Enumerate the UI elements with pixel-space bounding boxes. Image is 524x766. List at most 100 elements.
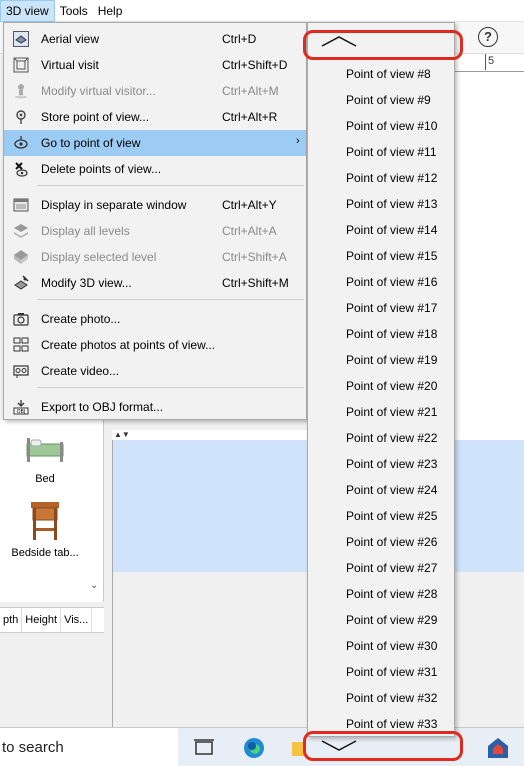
menu-separator <box>37 387 304 388</box>
menu-item-modify-virtual-visitor[interactable]: Modify virtual visitor... Ctrl+Alt+M <box>4 78 306 104</box>
submenu-item-point-of-view[interactable]: Point of view #9 <box>346 93 431 107</box>
submenu-item-point-of-view[interactable]: Point of view #10 <box>346 119 437 133</box>
furniture-table-header: pth Height Vis... <box>0 607 104 633</box>
plan-area[interactable] <box>455 72 524 432</box>
catalog-item-bedside-table[interactable]: Bedside tab... <box>0 498 90 559</box>
menu-item-go-to-point-of-view[interactable]: Go to point of view › <box>4 130 306 156</box>
submenu-item-point-of-view[interactable]: Point of view #17 <box>346 301 437 315</box>
submenu-item-point-of-view[interactable]: Point of view #19 <box>346 353 437 367</box>
menu-item-shortcut: Ctrl+Alt+Y <box>222 198 277 212</box>
menu-item-display-separate-window[interactable]: Display in separate window Ctrl+Alt+Y <box>4 192 306 218</box>
submenu-item-point-of-view[interactable]: Point of view #27 <box>346 561 437 575</box>
3d-view-menu: Aerial view Ctrl+D Virtual visit Ctrl+Sh… <box>3 22 307 420</box>
ruler-tick <box>485 54 486 70</box>
submenu-item-point-of-view[interactable]: Point of view #16 <box>346 275 437 289</box>
menu-help[interactable]: Help <box>93 0 128 22</box>
edge-browser-icon[interactable] <box>242 736 266 760</box>
menu-item-label: Create photos at points of view... <box>41 338 216 352</box>
furniture-catalog: Bed Bedside tab... ⌄ <box>0 420 104 602</box>
submenu-item-point-of-view[interactable]: Point of view #32 <box>346 691 437 705</box>
highlight-scroll-down <box>303 731 463 761</box>
submenu-item-point-of-view[interactable]: Point of view #15 <box>346 249 437 263</box>
help-button[interactable]: ? <box>478 27 498 47</box>
aerial-view-icon <box>13 31 29 47</box>
catalog-item-label: Bedside tab... <box>11 547 79 559</box>
menu-item-label: Delete points of view... <box>41 162 162 176</box>
menu-bar: 3D view Tools Help <box>0 0 524 22</box>
submenu-item-point-of-view[interactable]: Point of view #25 <box>346 509 437 523</box>
submenu-item-point-of-view[interactable]: Point of view #14 <box>346 223 437 237</box>
ruler-mark: 5 <box>488 55 495 67</box>
chevron-down-icon[interactable]: ⌄ <box>90 580 98 591</box>
menu-item-shortcut: Ctrl+Shift+M <box>222 276 289 290</box>
submenu-item-point-of-view[interactable]: Point of view #21 <box>346 405 437 419</box>
submenu-item-point-of-view[interactable]: Point of view #23 <box>346 457 437 471</box>
separate-window-icon <box>13 198 29 212</box>
bedside-table-icon <box>31 502 59 540</box>
menu-item-aerial-view[interactable]: Aerial view Ctrl+D <box>4 26 306 52</box>
menu-item-label: Display all levels <box>41 224 130 238</box>
photo-icon <box>13 313 29 326</box>
menu-item-shortcut: Ctrl+Alt+R <box>222 110 278 124</box>
submenu-item-point-of-view[interactable]: Point of view #20 <box>346 379 437 393</box>
menu-item-export-obj[interactable]: OBJ Export to OBJ format... <box>4 394 306 420</box>
menu-item-shortcut: Ctrl+Alt+A <box>222 224 277 238</box>
submenu-item-point-of-view[interactable]: Point of view #13 <box>346 197 437 211</box>
menu-item-delete-points-of-view[interactable]: Delete points of view... <box>4 156 306 182</box>
submenu-item-point-of-view[interactable]: Point of view #22 <box>346 431 437 445</box>
video-icon <box>13 365 29 378</box>
delete-pov-icon <box>15 162 28 177</box>
column-header-visible[interactable]: Vis... <box>61 608 93 632</box>
menu-item-modify-3d-view[interactable]: Modify 3D view... Ctrl+Shift+M <box>4 270 306 296</box>
menu-item-label: Go to point of view <box>41 136 141 150</box>
menu-item-shortcut: Ctrl+Alt+M <box>222 84 279 98</box>
taskbar-search[interactable]: to search <box>0 728 178 766</box>
menu-item-shortcut: Ctrl+Shift+A <box>222 250 287 264</box>
menu-item-display-all-levels[interactable]: Display all levels Ctrl+Alt+A <box>4 218 306 244</box>
submenu-item-point-of-view[interactable]: Point of view #31 <box>346 665 437 679</box>
point-of-view-submenu: Point of view #8 Point of view #9 Point of… <box>307 22 455 751</box>
task-view-icon[interactable] <box>192 736 216 760</box>
submenu-item-point-of-view[interactable]: Point of view #12 <box>346 171 437 185</box>
menu-item-display-selected-level[interactable]: Display selected level Ctrl+Shift+A <box>4 244 306 270</box>
modify-3d-icon <box>14 275 29 290</box>
menu-item-shortcut: Ctrl+Shift+D <box>222 58 288 72</box>
menu-item-label: Modify virtual visitor... <box>41 84 156 98</box>
export-obj-icon: OBJ <box>13 400 29 415</box>
menu-separator <box>37 299 304 300</box>
menu-item-label: Modify 3D view... <box>41 276 132 290</box>
menu-3d-view[interactable]: 3D view <box>0 0 55 22</box>
chevron-right-icon: › <box>296 135 300 147</box>
goto-pov-icon <box>14 136 28 149</box>
submenu-item-point-of-view[interactable]: Point of view #8 <box>346 67 431 81</box>
sweet-home-3d-icon[interactable] <box>486 736 510 760</box>
submenu-item-point-of-view[interactable]: Point of view #33 <box>346 717 437 731</box>
menu-item-label: Export to OBJ format... <box>41 400 164 414</box>
submenu-item-point-of-view[interactable]: Point of view #11 <box>346 145 437 159</box>
bed-icon <box>26 438 64 462</box>
catalog-item-label: Bed <box>35 473 55 485</box>
submenu-item-point-of-view[interactable]: Point of view #28 <box>346 587 437 601</box>
store-pov-icon <box>16 110 26 124</box>
menu-item-create-photo[interactable]: Create photo... <box>4 306 306 332</box>
menu-item-shortcut: Ctrl+D <box>222 32 257 46</box>
column-header-depth[interactable]: pth <box>0 608 23 632</box>
menu-item-label: Virtual visit <box>41 58 99 72</box>
menu-item-label: Store point of view... <box>41 110 150 124</box>
menu-tools[interactable]: Tools <box>55 0 93 22</box>
highlight-scroll-up <box>303 30 463 60</box>
menu-item-create-photos-at-povs[interactable]: Create photos at points of view... <box>4 332 306 358</box>
menu-item-store-point-of-view[interactable]: Store point of view... Ctrl+Alt+R <box>4 104 306 130</box>
submenu-item-point-of-view[interactable]: Point of view #18 <box>346 327 437 341</box>
ruler: 5 <box>455 54 524 72</box>
submenu-item-point-of-view[interactable]: Point of view #30 <box>346 639 437 653</box>
menu-item-virtual-visit[interactable]: Virtual visit Ctrl+Shift+D <box>4 52 306 78</box>
column-header-height[interactable]: Height <box>22 608 62 632</box>
submenu-item-point-of-view[interactable]: Point of view #26 <box>346 535 437 549</box>
menu-item-label: Create photo... <box>41 312 121 326</box>
menu-item-create-video[interactable]: Create video... <box>4 358 306 384</box>
submenu-item-point-of-view[interactable]: Point of view #29 <box>346 613 437 627</box>
submenu-item-point-of-view[interactable]: Point of view #24 <box>346 483 437 497</box>
catalog-item-bed[interactable]: Bed <box>0 428 90 485</box>
split-arrows-icon[interactable]: ▲▼ <box>114 430 130 439</box>
